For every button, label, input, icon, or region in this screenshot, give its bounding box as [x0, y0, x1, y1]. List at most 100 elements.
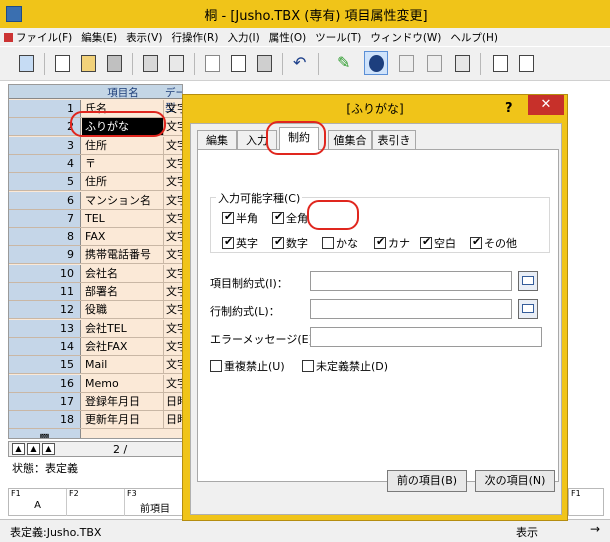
check-space[interactable]: 空白: [420, 235, 456, 251]
field-name-cell[interactable]: 登録年月日: [82, 392, 164, 410]
tab-lookup[interactable]: 表引き: [372, 130, 416, 150]
tab-input[interactable]: 入力: [237, 130, 277, 150]
field-name-cell[interactable]: Memo: [82, 374, 164, 392]
info-icon[interactable]: [364, 51, 388, 75]
field-name-cell[interactable]: 会社FAX: [82, 337, 164, 355]
tab-constraint[interactable]: 制約: [279, 127, 319, 150]
check-digit[interactable]: 数字: [272, 235, 308, 251]
check-other[interactable]: その他: [470, 235, 517, 251]
next-item-button[interactable]: 次の項目(N): [475, 470, 555, 492]
data-type-cell[interactable]: 文字: [165, 338, 182, 355]
table-row[interactable]: 1氏名文字: [9, 100, 182, 118]
table-row[interactable]: 3住所文字: [9, 136, 182, 155]
menu-edit[interactable]: 編集(E): [81, 30, 117, 45]
field-name-cell[interactable]: マンション名: [82, 191, 164, 209]
menu-window[interactable]: ウィンドウ(W): [370, 30, 441, 45]
table-row[interactable]: 15Mail文字: [9, 356, 182, 375]
data-type-cell[interactable]: 文字: [165, 100, 182, 117]
table-row[interactable]: 10会社名文字: [9, 264, 182, 283]
checkbox[interactable]: [222, 235, 234, 249]
check-edit2-icon[interactable]: [514, 51, 538, 75]
check-no-duplicate[interactable]: 重複禁止(U): [210, 358, 285, 374]
menu-view[interactable]: 表示(V): [126, 30, 162, 45]
table-row[interactable]: 4〒文字: [9, 154, 182, 173]
preview-icon[interactable]: [164, 51, 188, 75]
new-file-icon[interactable]: [50, 51, 74, 75]
data-type-cell[interactable]: 文字: [165, 173, 182, 190]
checkbox[interactable]: [420, 235, 432, 249]
field-name-cell[interactable]: FAX: [82, 228, 164, 246]
key-icon[interactable]: [394, 51, 418, 75]
tab-value-set[interactable]: 値集合: [328, 130, 372, 150]
help-icon[interactable]: ?: [505, 101, 513, 116]
table-row[interactable]: 11部署名文字: [9, 283, 182, 301]
data-type-cell[interactable]: 文字: [165, 301, 182, 318]
item-constraint-input[interactable]: [310, 271, 512, 291]
data-type-cell[interactable]: 日時: [165, 393, 182, 410]
data-type-cell[interactable]: 文字: [165, 118, 182, 135]
checkbox[interactable]: [272, 235, 284, 249]
table-row[interactable]: 12役職文字: [9, 301, 182, 320]
field-name-cell[interactable]: 更新年月日: [82, 411, 164, 429]
pencil-icon[interactable]: ✎: [332, 51, 356, 75]
undo-icon[interactable]: ↶: [288, 51, 312, 75]
check-fullwidth[interactable]: 全角: [272, 210, 308, 226]
table-row[interactable]: 7TEL文字: [9, 209, 182, 228]
field-name-cell[interactable]: 役職: [82, 301, 164, 319]
data-type-cell[interactable]: 文字: [165, 246, 182, 263]
field-name-cell[interactable]: 住所: [82, 136, 164, 154]
sort-icon[interactable]: [450, 51, 474, 75]
field-name-cell[interactable]: 部署名: [82, 283, 164, 300]
table-row[interactable]: 8FAX文字: [9, 228, 182, 247]
check-halfwidth[interactable]: 半角: [222, 210, 258, 226]
fkey-f2[interactable]: F2: [67, 489, 125, 516]
data-type-cell[interactable]: 日時: [165, 411, 182, 428]
filter-icon[interactable]: [422, 51, 446, 75]
checkbox[interactable]: [302, 360, 314, 372]
checkbox[interactable]: [322, 237, 334, 249]
menu-row[interactable]: 行操作(R): [171, 30, 218, 45]
check-no-undefined[interactable]: 未定義禁止(D): [302, 358, 388, 374]
checkbox[interactable]: [272, 210, 284, 224]
data-type-cell[interactable]: 文字: [165, 228, 182, 245]
field-name-cell[interactable]: 住所: [82, 173, 164, 191]
data-type-cell[interactable]: 文字: [165, 320, 182, 337]
check-alpha[interactable]: 英字: [222, 235, 258, 251]
check-katakana[interactable]: カナ: [374, 235, 410, 251]
fkey-f1[interactable]: F1 A: [9, 489, 67, 516]
table-row[interactable]: 18更新年月日日時: [9, 411, 182, 430]
item-constraint-picker-icon[interactable]: [518, 271, 538, 291]
nav-prev-button[interactable]: ▲: [42, 443, 55, 455]
error-message-input[interactable]: [310, 327, 542, 347]
data-type-cell[interactable]: 文字: [165, 265, 182, 282]
menu-help[interactable]: ヘルプ(H): [450, 30, 498, 45]
tab-edit[interactable]: 編集: [197, 130, 237, 150]
nav-prev-page-button[interactable]: ▲: [27, 443, 40, 455]
new-row[interactable]: ▩: [9, 429, 182, 438]
table-row[interactable]: 14会社FAX文字: [9, 337, 182, 356]
field-name-cell[interactable]: TEL: [82, 209, 164, 227]
table-row[interactable]: 9携帯電話番号文字: [9, 246, 182, 265]
check-edit-icon[interactable]: [488, 51, 512, 75]
print-icon[interactable]: [138, 51, 162, 75]
data-type-cell[interactable]: 文字: [165, 375, 182, 392]
table-row[interactable]: 6マンション名文字: [9, 191, 182, 210]
close-button[interactable]: ✕: [528, 95, 564, 115]
checkbox[interactable]: [470, 235, 482, 249]
fkey-right[interactable]: F1: [568, 488, 604, 516]
row-constraint-input[interactable]: [310, 299, 512, 319]
nav-first-button[interactable]: ▲: [12, 443, 25, 455]
cut-icon[interactable]: [200, 51, 224, 75]
open-folder-icon[interactable]: [76, 51, 100, 75]
row-constraint-picker-icon[interactable]: [518, 299, 538, 319]
table-icon[interactable]: [14, 51, 38, 75]
table-row[interactable]: 2ふりがな文字: [9, 118, 182, 137]
table-row[interactable]: 16Memo文字: [9, 374, 182, 393]
checkbox[interactable]: [374, 235, 386, 249]
field-name-cell[interactable]: 氏名: [82, 100, 164, 117]
menu-file[interactable]: ファイル(F): [4, 30, 72, 45]
field-name-cell[interactable]: 会社TEL: [82, 319, 164, 337]
data-type-cell[interactable]: 文字: [165, 155, 182, 172]
copy-icon[interactable]: [226, 51, 250, 75]
data-type-cell[interactable]: 文字: [165, 356, 182, 373]
